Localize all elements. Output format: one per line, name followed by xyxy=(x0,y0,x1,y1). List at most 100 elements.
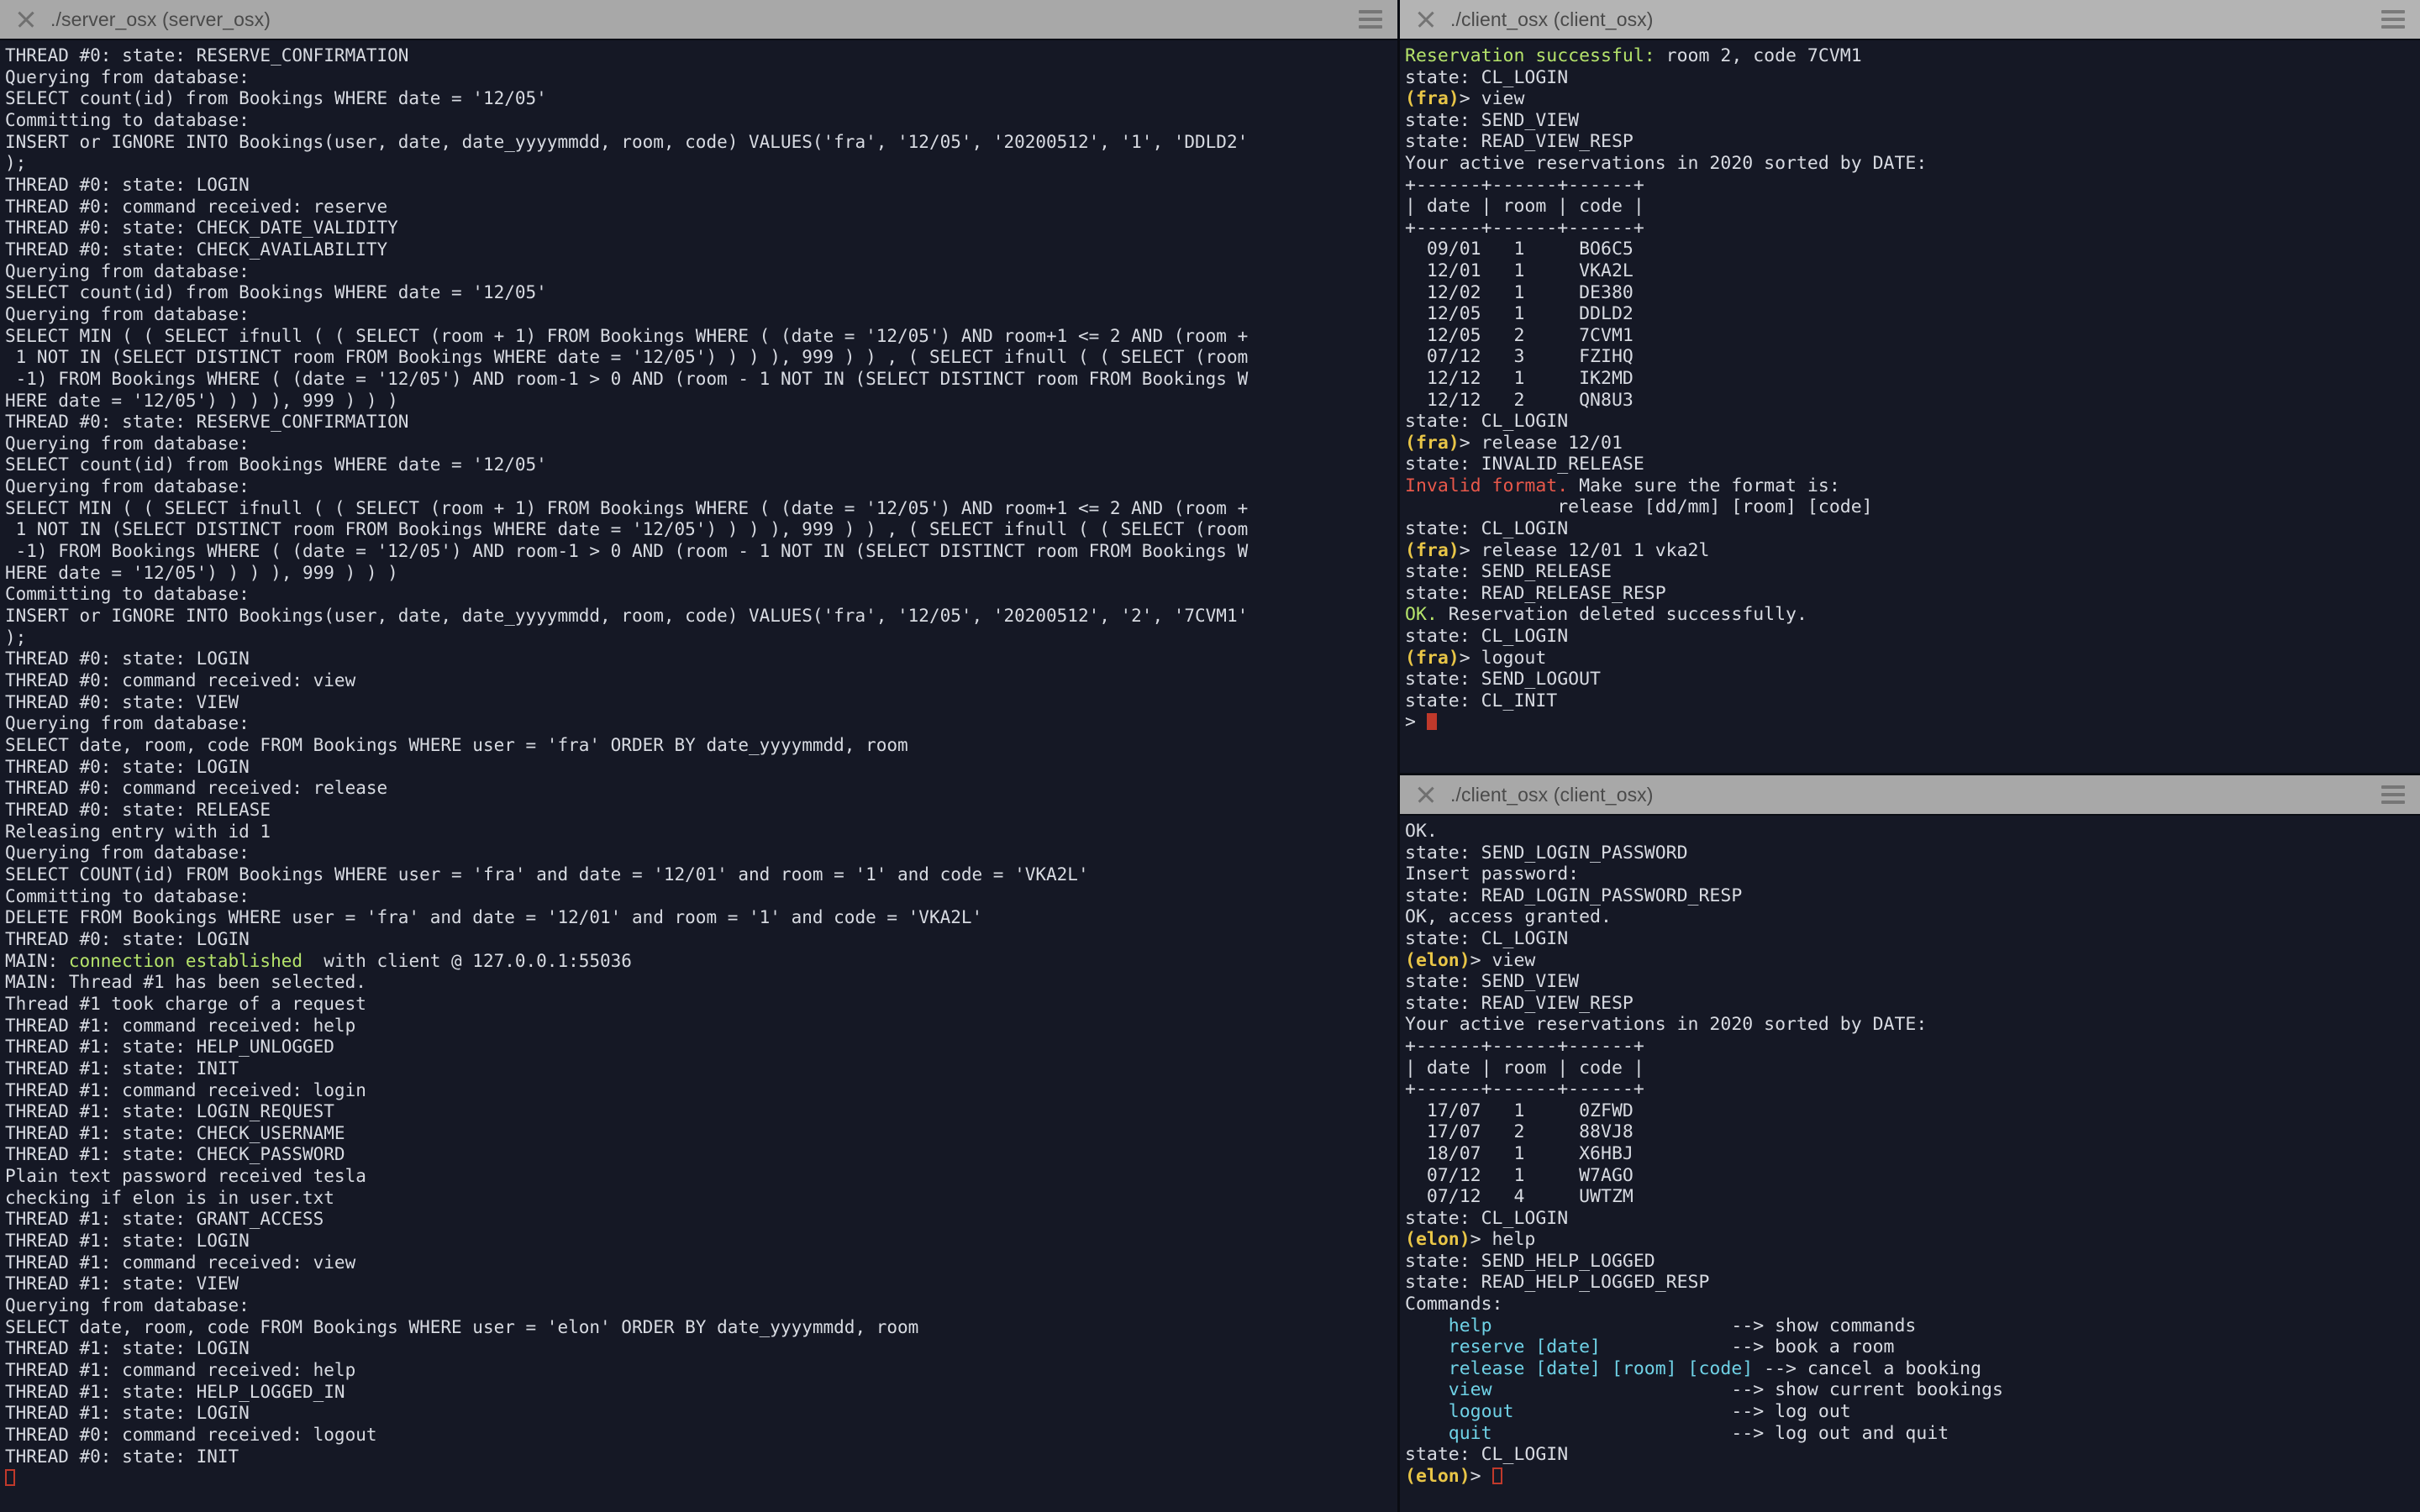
terminal-line: Invalid format. Make sure the format is: xyxy=(1405,475,1840,496)
terminal-body-client-top[interactable]: Reservation successful: room 2, code 7CV… xyxy=(1400,40,2420,773)
terminal-line: 12/12 2 QN8U3 xyxy=(1405,389,1634,411)
terminal-line: (elon)> xyxy=(1405,1466,2420,1488)
terminal-line: THREAD #1: state: CHECK_PASSWORD xyxy=(5,1144,345,1165)
help-command-desc: --> cancel a booking xyxy=(1764,1357,1982,1379)
terminal-line: state: CL_LOGIN xyxy=(1405,411,1569,433)
terminal-line: THREAD #1: state: LOGIN xyxy=(5,1338,250,1359)
window-title-client-bottom: ./client_osx (client_osx) xyxy=(1450,783,1654,806)
terminal-line: THREAD #1: state: HELP_UNLOGGED xyxy=(5,1037,334,1058)
terminal-line: THREAD #1: state: LOGIN xyxy=(5,1231,250,1252)
terminal-line: (fra)> release 12/01 xyxy=(1405,432,1623,454)
terminal-line: HERE date = '12/05') ) ) ), 999 ) ) ) xyxy=(5,562,398,583)
terminal-line: THREAD #0: state: LOGIN xyxy=(5,648,250,669)
terminal-body-client-bottom[interactable]: OK. state: SEND_LOGIN_PASSWORD Insert pass… xyxy=(1400,816,2420,1512)
terminal-line: THREAD #0: state: LOGIN xyxy=(5,756,250,777)
titlebar-client-top[interactable]: ./client_osx (client_osx) xyxy=(1400,0,2420,40)
titlebar-client-bottom[interactable]: ./client_osx (client_osx) xyxy=(1400,775,2420,816)
prompt-user: (fra) xyxy=(1405,432,1460,454)
window-title-client-top: ./client_osx (client_osx) xyxy=(1450,8,1654,30)
terminal-output-server: THREAD #0: state: RESERVE_CONFIRMATION Qu… xyxy=(5,45,1397,1489)
terminal-line: THREAD #1: command received: view xyxy=(5,1252,356,1273)
terminal-line: (fra)> release 12/01 1 vka2l xyxy=(1405,539,1710,561)
terminal-line: ); xyxy=(5,153,27,174)
prompt-user: (fra) xyxy=(1405,647,1460,669)
terminal-line: state: SEND_RELEASE xyxy=(1405,561,1612,583)
hamburger-menu-icon[interactable] xyxy=(1359,10,1382,29)
close-icon[interactable] xyxy=(15,8,37,30)
terminal-line: state: CL_INIT xyxy=(1405,690,1558,711)
prompt-user: (elon) xyxy=(1405,1229,1470,1251)
terminal-line: THREAD #0: state: VIEW xyxy=(5,691,239,712)
terminal-line: Insert password: xyxy=(1405,864,1580,885)
terminal-line: SELECT MIN ( ( SELECT ifnull ( ( SELECT … xyxy=(5,325,1249,346)
terminal-line: THREAD #0: state: RELEASE xyxy=(5,799,271,820)
titlebar-server[interactable]: ./server_osx (server_osx) xyxy=(0,0,1397,40)
terminal-line: SELECT date, room, code FROM Bookings WH… xyxy=(5,1316,919,1337)
terminal-line: THREAD #0: state: RESERVE_CONFIRMATION xyxy=(5,412,409,433)
terminal-line: Reservation successful: room 2, code 7CV… xyxy=(1405,45,1862,66)
terminal-line: Plain text password received tesla xyxy=(5,1166,366,1187)
terminal-line: 1 NOT IN (SELECT DISTINCT room FROM Book… xyxy=(5,519,1249,540)
terminal-line: | date | room | code | xyxy=(1405,196,1644,218)
close-icon[interactable] xyxy=(1415,8,1437,30)
terminal-line: (fra)> logout xyxy=(1405,647,1547,669)
terminal-line: THREAD #1: command received: help xyxy=(5,1360,356,1381)
help-command-desc: --> show current bookings xyxy=(1731,1379,2003,1401)
hamburger-menu-icon[interactable] xyxy=(2381,10,2405,29)
terminal-line: Your active reservations in 2020 sorted … xyxy=(1405,1014,1928,1036)
terminal-line: -1) FROM Bookings WHERE ( (date = '12/05… xyxy=(5,541,1249,562)
terminal-line: | date | room | code | xyxy=(1405,1057,1644,1079)
terminal-line: > xyxy=(1405,711,2420,733)
window-title-server: ./server_osx (server_osx) xyxy=(50,8,271,30)
terminal-line: THREAD #0: command received: logout xyxy=(5,1425,377,1445)
terminal-line: SELECT date, room, code FROM Bookings WH… xyxy=(5,735,908,755)
terminal-line: state: CL_LOGIN xyxy=(1405,1207,1569,1229)
help-command-name: logout xyxy=(1405,1401,1732,1423)
close-icon[interactable] xyxy=(1415,784,1437,806)
terminal-line: THREAD #0: command received: release xyxy=(5,778,388,799)
terminal-line: state: READ_VIEW_RESP xyxy=(1405,131,1634,153)
status-ok: Reservation successful: xyxy=(1405,45,1655,66)
terminal-line: release [dd/mm] [room] [code] xyxy=(1405,496,1873,518)
window-client-top[interactable]: ./client_osx (client_osx) Reservation su… xyxy=(1400,0,2420,775)
terminal-line: -1) FROM Bookings WHERE ( (date = '12/05… xyxy=(5,368,1249,389)
help-command-desc: --> log out xyxy=(1731,1401,1851,1423)
terminal-body-server[interactable]: THREAD #0: state: RESERVE_CONFIRMATION Qu… xyxy=(0,40,1397,1512)
terminal-line: THREAD #1: command received: help xyxy=(5,1015,356,1036)
terminal-line: state: CL_LOGIN xyxy=(1405,66,1569,88)
terminal-line: THREAD #1: state: HELP_LOGGED_IN xyxy=(5,1381,345,1402)
terminal-line: THREAD #0: state: CHECK_DATE_VALIDITY xyxy=(5,218,398,239)
terminal-line: Querying from database: xyxy=(5,303,250,324)
terminal-line: (elon)> help xyxy=(1405,1229,1536,1251)
terminal-line xyxy=(5,1467,1397,1489)
terminal-line: HERE date = '12/05') ) ) ), 999 ) ) ) xyxy=(5,390,398,411)
terminal-line: Querying from database: xyxy=(5,433,250,454)
terminal-line: MAIN: Thread #1 has been selected. xyxy=(5,972,366,993)
terminal-line: SELECT count(id) from Bookings WHERE dat… xyxy=(5,88,547,109)
terminal-line: state: READ_HELP_LOGGED_RESP xyxy=(1405,1272,1710,1294)
terminal-line: +------+------+------+ xyxy=(1405,174,1644,196)
terminal-line: THREAD #0: state: LOGIN xyxy=(5,928,250,949)
terminal-line: THREAD #1: state: INIT xyxy=(5,1058,239,1079)
hamburger-menu-icon[interactable] xyxy=(2381,785,2405,804)
terminal-line: Committing to database: xyxy=(5,584,250,605)
terminal-line: 17/07 2 88VJ8 xyxy=(1405,1121,1634,1143)
terminal-line: quit --> log out and quit xyxy=(1405,1423,2420,1445)
window-client-bottom[interactable]: ./client_osx (client_osx) OK. state: SEND… xyxy=(1400,775,2420,1512)
window-server[interactable]: ./server_osx (server_osx) THREAD #0: sta… xyxy=(0,0,1400,1512)
help-command-desc: --> log out and quit xyxy=(1731,1422,1949,1444)
status-highlight: connection established xyxy=(68,950,303,971)
desktop: ./server_osx (server_osx) THREAD #0: sta… xyxy=(0,0,2420,1512)
terminal-line: THREAD #0: state: LOGIN xyxy=(5,174,250,195)
text-cursor xyxy=(5,1469,15,1487)
help-command-name: quit xyxy=(1405,1422,1732,1444)
terminal-line: +------+------+------+ xyxy=(1405,1035,1644,1057)
terminal-line: THREAD #0: state: CHECK_AVAILABILITY xyxy=(5,239,388,260)
terminal-line: 18/07 1 X6HBJ xyxy=(1405,1142,1634,1164)
terminal-line: 07/12 4 UWTZM xyxy=(1405,1186,1634,1208)
terminal-line: state: READ_RELEASE_RESP xyxy=(1405,582,1666,604)
prompt-user: (fra) xyxy=(1405,88,1460,110)
terminal-line: THREAD #0: state: RESERVE_CONFIRMATION xyxy=(5,45,409,66)
terminal-line: logout --> log out xyxy=(1405,1401,2420,1423)
right-pane: ./client_osx (client_osx) Reservation su… xyxy=(1400,0,2420,1512)
